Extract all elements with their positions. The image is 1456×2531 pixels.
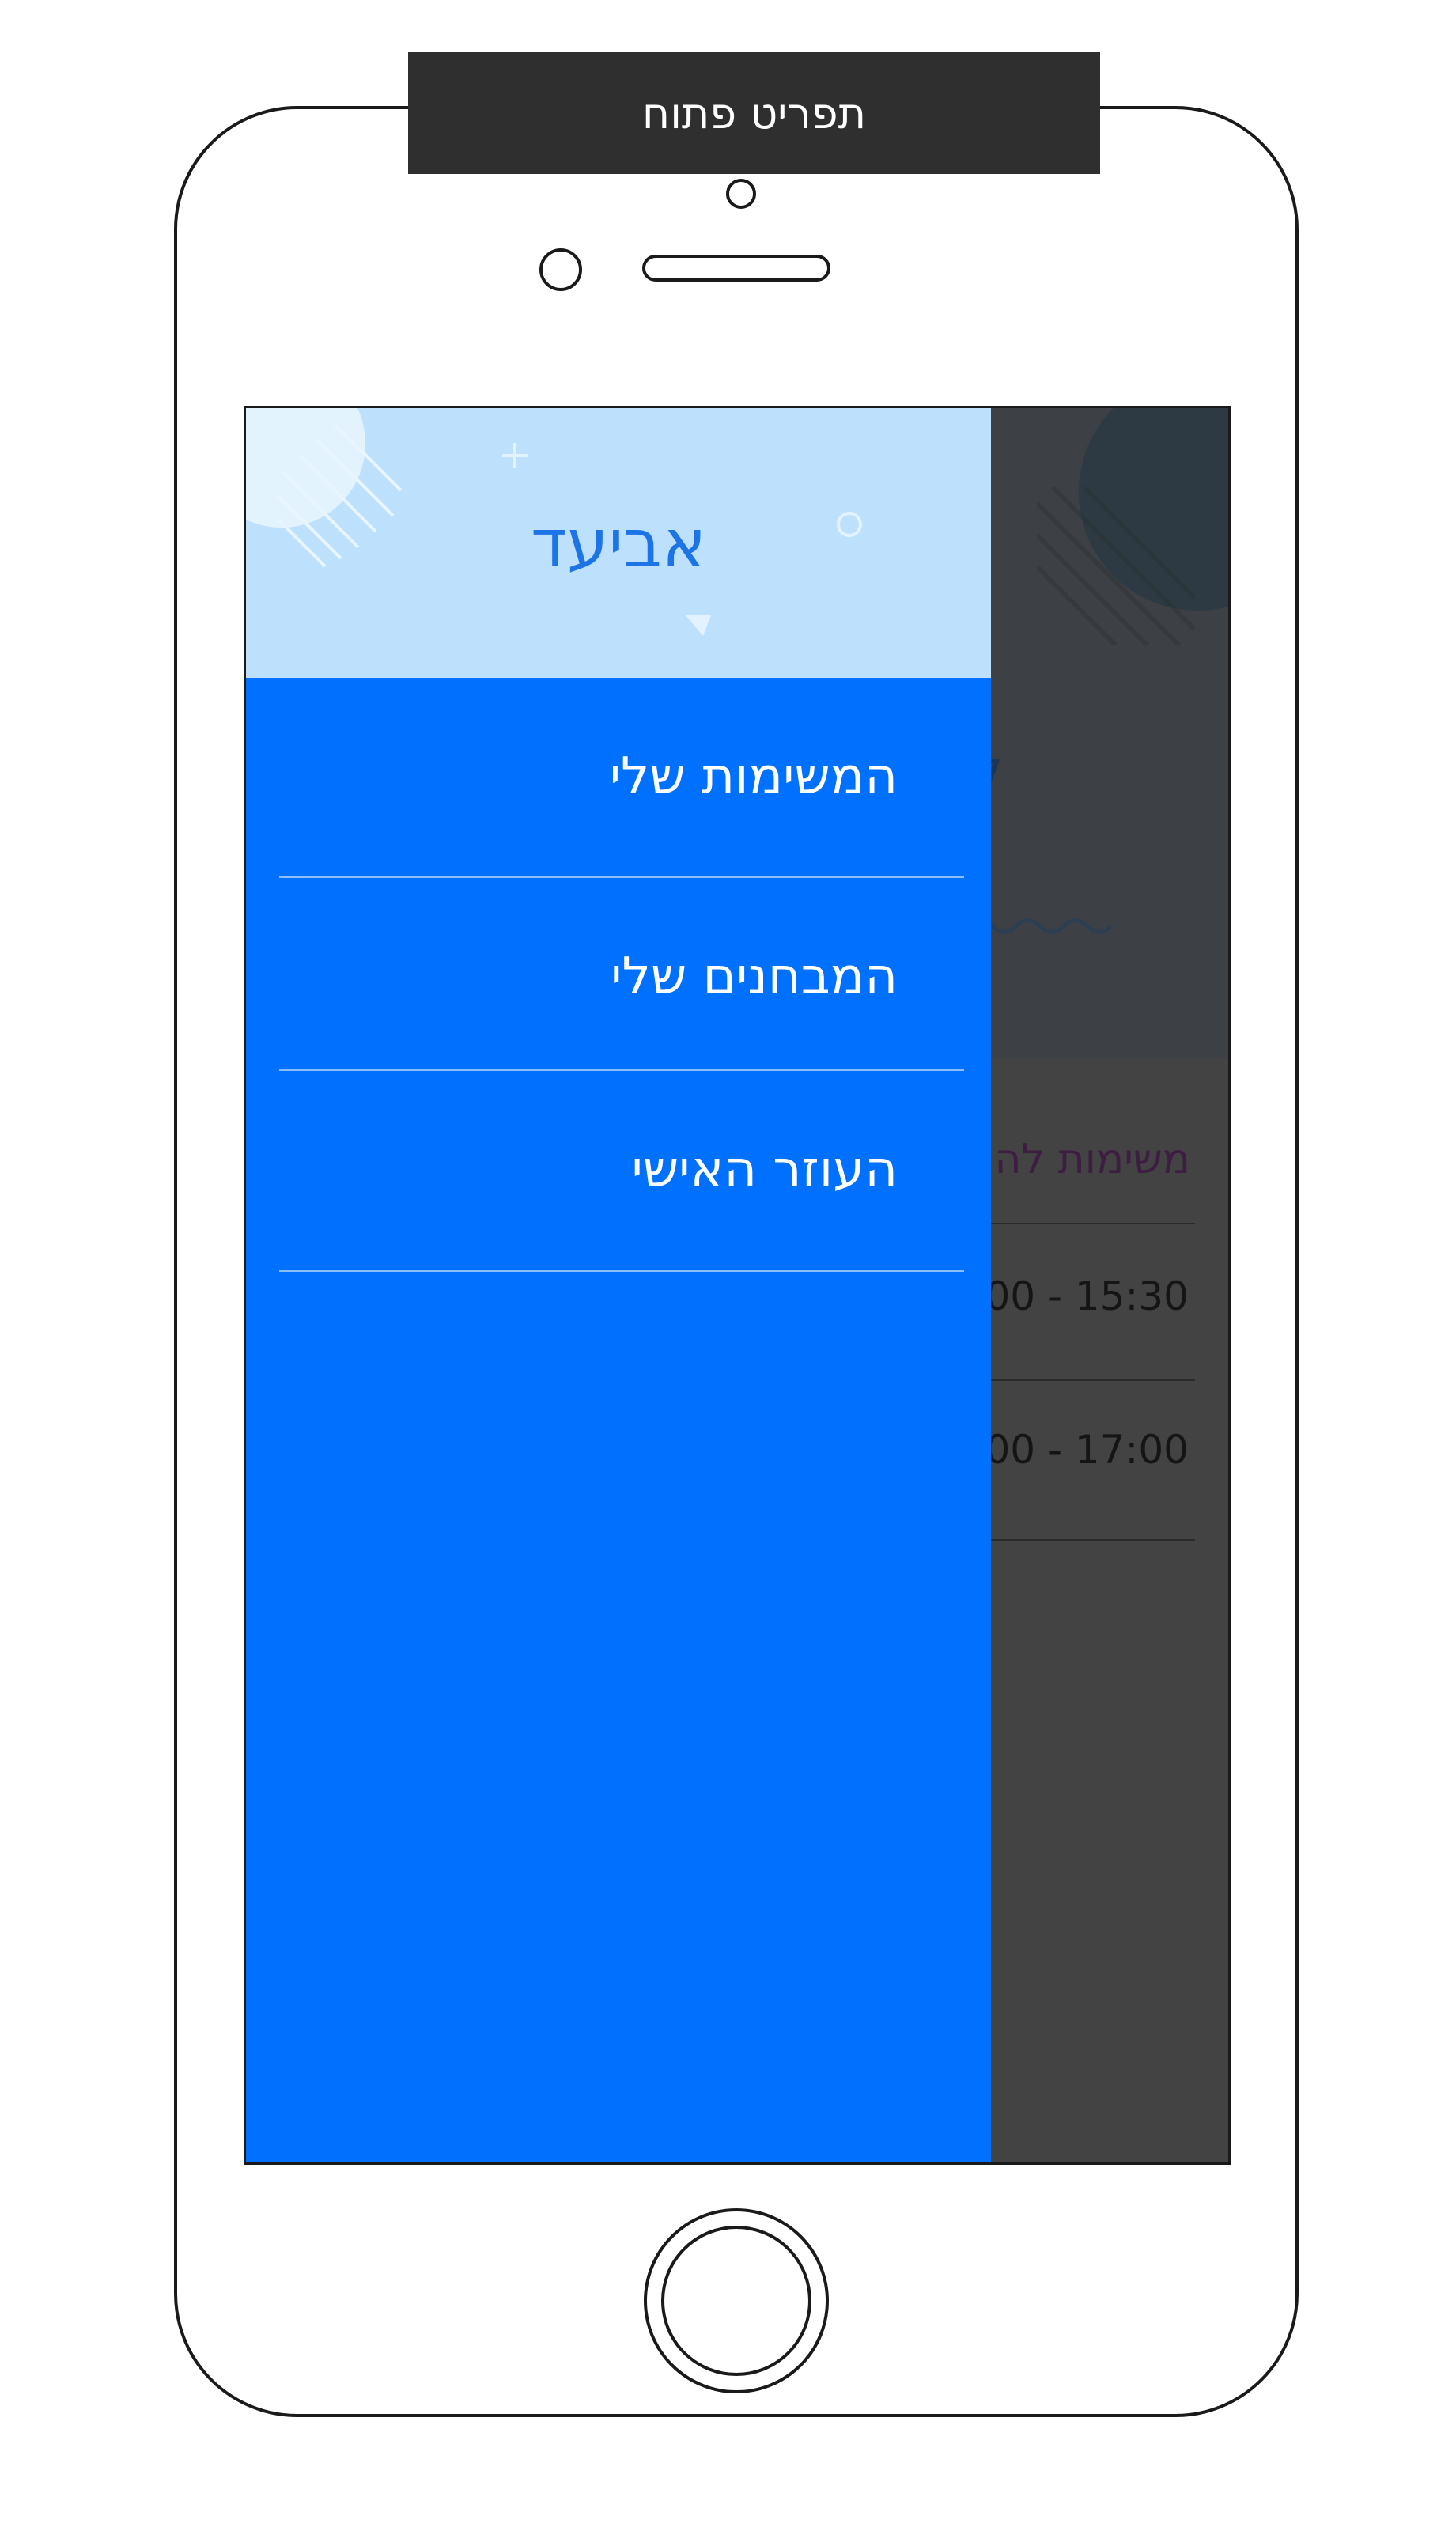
task-row-time: 00 - 17:00 — [985, 1427, 1189, 1473]
row-divider — [958, 1379, 1195, 1381]
navigation-drawer: אביעד המשימות שלי המבחנים שלי העוזר האיש… — [246, 408, 991, 2162]
front-camera-icon — [726, 179, 756, 209]
decorative-stripes-icon — [1037, 487, 1195, 645]
menu-item-my-tasks[interactable]: המשימות שלי — [246, 678, 991, 876]
home-button-inner — [661, 2226, 811, 2376]
menu-divider — [279, 1270, 964, 1272]
row-divider — [958, 1223, 1195, 1224]
drawer-user-name: אביעד — [531, 504, 706, 582]
screen-caption-label: תפריט פתוח — [641, 88, 867, 138]
screen-caption-banner: תפריט פתוח — [408, 52, 1100, 174]
proximity-sensor-icon — [539, 248, 582, 291]
menu-item-personal-assistant[interactable]: העוזר האישי — [246, 1071, 991, 1269]
tasks-list-title: משימות לה — [994, 1136, 1190, 1183]
task-row-time: 00 - 15:30 — [985, 1273, 1189, 1319]
drawer-header: אביעד — [246, 408, 991, 678]
menu-item-my-exams[interactable]: המבחנים שלי — [246, 878, 991, 1076]
earpiece-speaker-icon — [642, 255, 830, 282]
phone-screen: י 7 משימות לה 00 - 15:30 00 - 17:00 — [244, 406, 1231, 2165]
row-divider — [958, 1539, 1195, 1541]
